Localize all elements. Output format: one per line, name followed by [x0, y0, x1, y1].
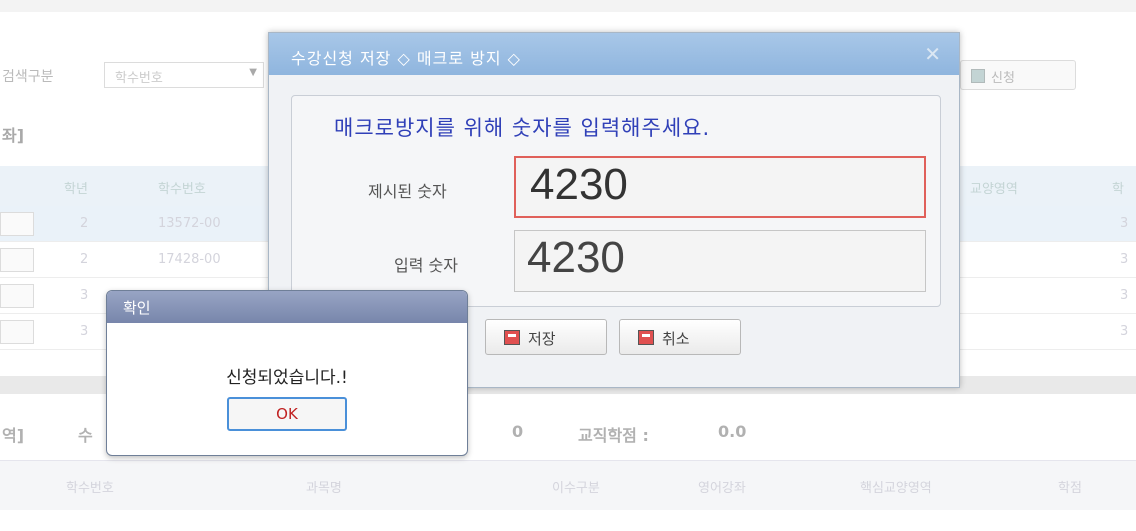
- column-header-type: 이수구분: [552, 481, 600, 496]
- search-type-label: 검색구분: [2, 69, 54, 85]
- input-number-label: 입력 숫자: [394, 256, 458, 275]
- summary-mid-value: 0: [512, 422, 524, 441]
- row-select-button[interactable]: [0, 248, 34, 272]
- cell-code: 13572-00: [158, 216, 221, 231]
- close-icon[interactable]: ✕: [924, 42, 941, 66]
- column-header-core-area: 핵심교양영역: [860, 481, 932, 496]
- shown-number-value: 4230: [530, 160, 628, 209]
- row-select-button[interactable]: [0, 212, 34, 236]
- number-input-field[interactable]: 4230: [514, 230, 926, 292]
- cell-credit: 3: [1120, 252, 1129, 267]
- macro-panel: 매크로방지를 위해 숫자를 입력해주세요. 제시된 숫자 4230 입력 숫자 …: [291, 95, 941, 307]
- shown-number-display: 4230: [514, 156, 926, 218]
- summary-left-value: 수: [78, 426, 93, 445]
- applied-table-header: 학수번호 과목명 이수구분 영어강좌 핵심교양영역 학점: [0, 460, 1136, 510]
- cell-year: 2: [80, 252, 89, 267]
- summary-left-label: 역]: [2, 426, 25, 445]
- button-icon: [504, 330, 520, 345]
- column-header-code: 학수번호: [66, 481, 114, 496]
- input-number-value: 4230: [527, 233, 625, 282]
- instruction-text: 매크로방지를 위해 숫자를 입력해주세요.: [334, 116, 711, 140]
- search-type-select[interactable]: 학수번호 ▼: [104, 62, 264, 88]
- cell-credit: 3: [1120, 216, 1129, 231]
- column-header-area: 교양영역: [970, 182, 1018, 197]
- row-select-button[interactable]: [0, 320, 34, 344]
- alert-message: 신청되었습니다.!: [226, 368, 348, 388]
- column-header-code: 학수번호: [158, 182, 206, 197]
- column-header-year: 학년: [64, 182, 88, 197]
- dialog-titlebar[interactable]: 수강신청 저장 ◇ 매크로 방지 ◇ ✕: [269, 33, 959, 75]
- cell-year: 3: [80, 324, 89, 339]
- apply-button-label: 신청: [991, 71, 1015, 86]
- save-button[interactable]: 저장: [485, 319, 607, 355]
- column-header-credit: 학점: [1058, 481, 1082, 496]
- apply-button[interactable]: 신청: [960, 60, 1076, 90]
- cancel-button-label: 취소: [662, 330, 690, 348]
- save-disk-icon: [971, 69, 985, 83]
- section-title: 좌]: [2, 126, 25, 145]
- column-header-title: 과목명: [306, 481, 342, 496]
- shown-number-label: 제시된 숫자: [368, 182, 447, 201]
- cell-code: 17428-00: [158, 252, 221, 267]
- alert-titlebar[interactable]: 확인: [107, 291, 467, 323]
- dialog-title: 수강신청 저장 ◇ 매크로 방지 ◇: [291, 49, 521, 68]
- top-strip: [0, 0, 1136, 12]
- teaching-credit-value: 0.0: [718, 422, 747, 441]
- ok-button[interactable]: OK: [227, 397, 347, 431]
- cell-year: 2: [80, 216, 89, 231]
- cell-year: 3: [80, 288, 89, 303]
- column-header-english: 영어강좌: [698, 481, 746, 496]
- teaching-credit-label: 교직학점 :: [578, 426, 649, 445]
- row-select-button[interactable]: [0, 284, 34, 308]
- button-icon: [638, 330, 654, 345]
- cell-credit: 3: [1120, 288, 1129, 303]
- search-type-value: 학수번호: [115, 71, 163, 86]
- cancel-button[interactable]: 취소: [619, 319, 741, 355]
- save-button-label: 저장: [528, 330, 556, 348]
- cell-credit: 3: [1120, 324, 1129, 339]
- confirm-alert: 확인 신청되었습니다.! OK: [106, 290, 468, 456]
- alert-title: 확인: [123, 299, 151, 317]
- chevron-down-icon: ▼: [249, 67, 257, 78]
- column-header-credit: 학: [1112, 182, 1124, 197]
